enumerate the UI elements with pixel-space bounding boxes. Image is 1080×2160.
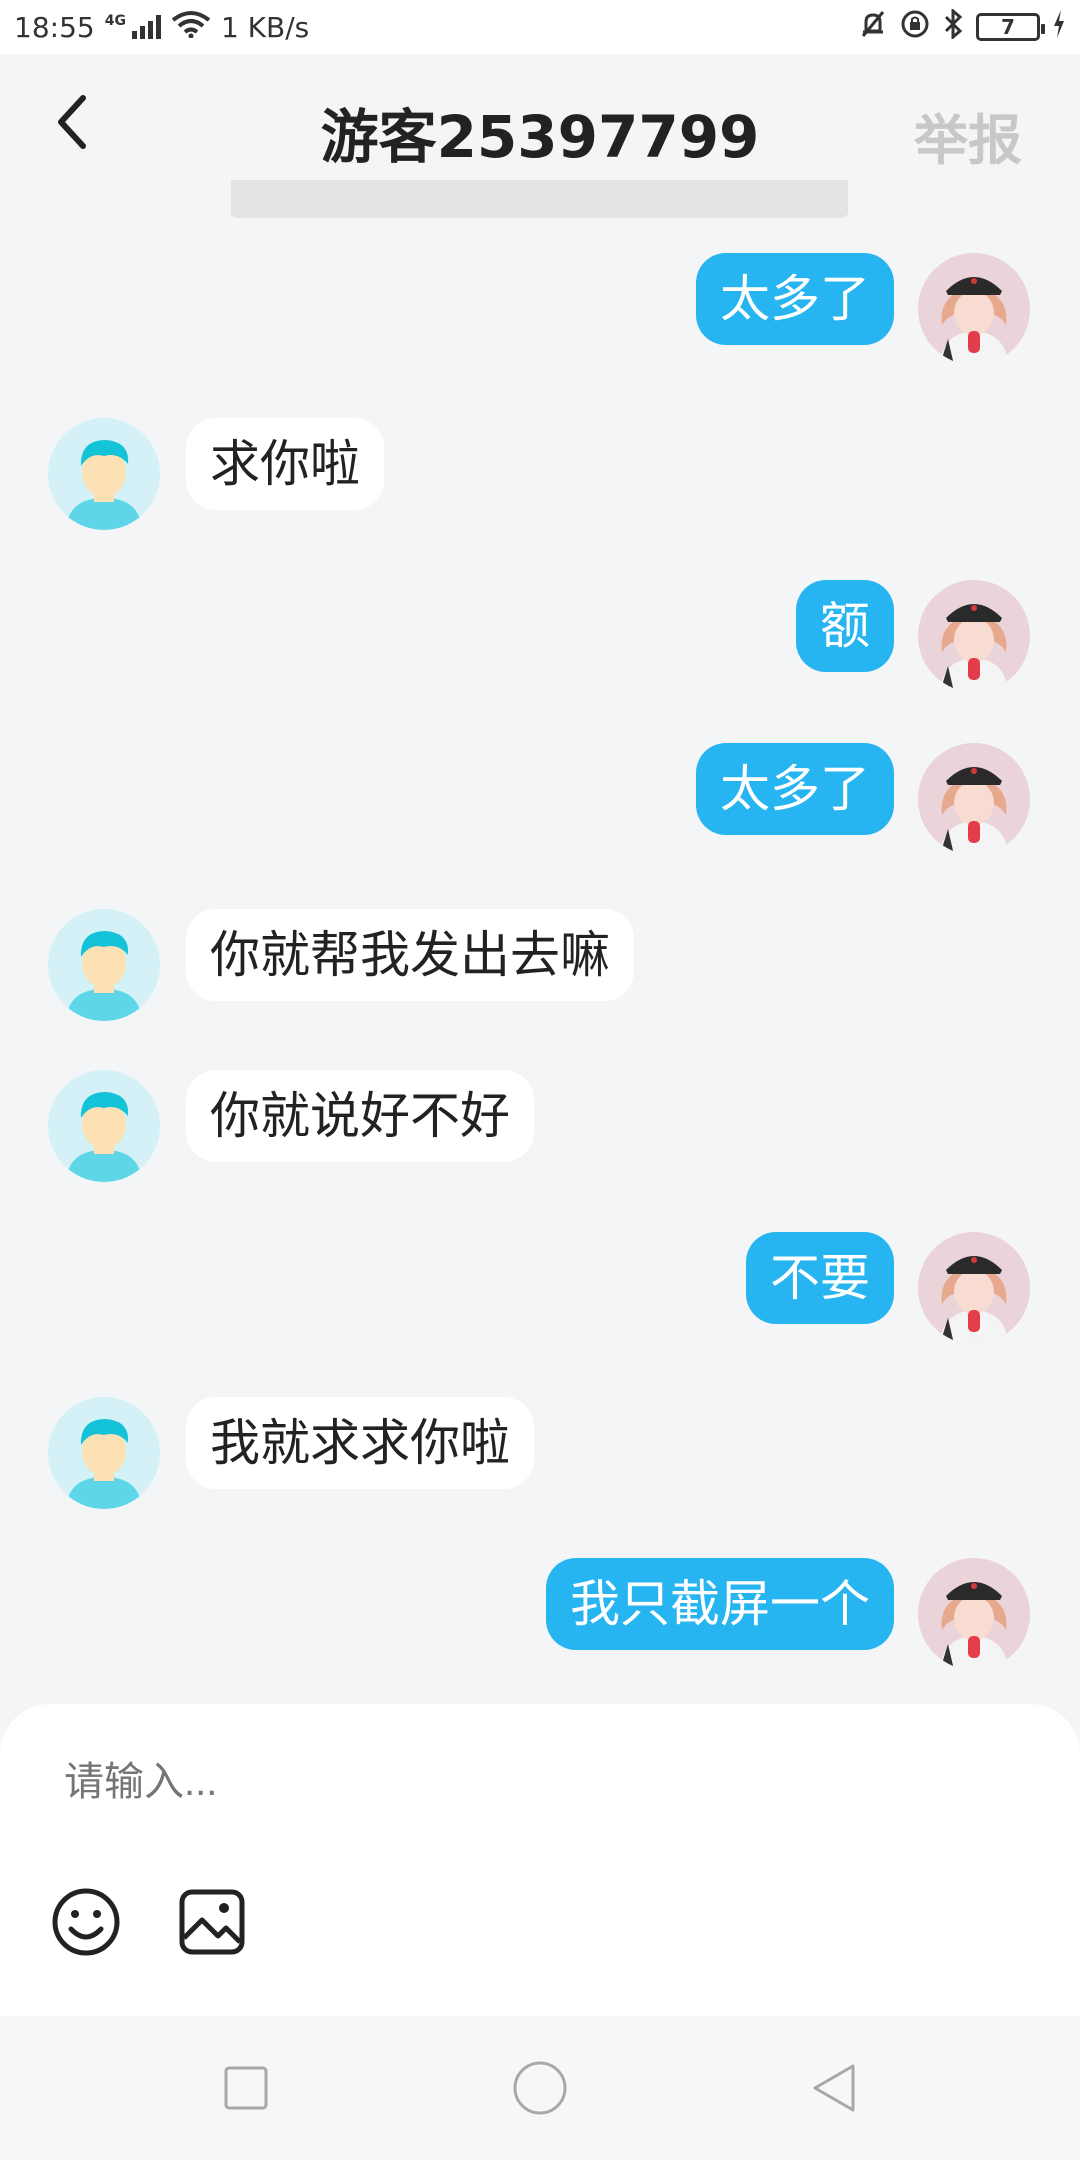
message-row-sent: 额: [0, 580, 1080, 696]
message-bubble[interactable]: 太多了: [696, 743, 894, 835]
message-row-received: 我就求求你啦: [0, 1397, 1080, 1513]
message-row-sent: 太多了: [0, 253, 1080, 369]
wifi-icon: [171, 10, 211, 45]
my-avatar[interactable]: [918, 743, 1030, 855]
message-bubble[interactable]: 太多了: [696, 253, 894, 345]
bluetooth-icon: [942, 7, 964, 46]
square-icon: [224, 2066, 268, 2110]
message-input[interactable]: [64, 1760, 964, 1805]
signal-icon: [131, 15, 161, 39]
message-bubble[interactable]: 求你啦: [186, 418, 384, 510]
my-avatar[interactable]: [918, 580, 1030, 692]
battery-level: 7: [1001, 15, 1015, 39]
home-button[interactable]: [510, 2058, 570, 2118]
my-avatar[interactable]: [918, 1232, 1030, 1344]
contact-avatar[interactable]: [48, 909, 160, 1021]
contact-avatar[interactable]: [48, 1070, 160, 1182]
message-bubble[interactable]: 你就帮我发出去嘛: [186, 909, 634, 1001]
battery-icon: 7: [976, 13, 1045, 41]
message-bubble[interactable]: 我只截屏一个: [546, 1558, 894, 1650]
image-icon: [179, 1889, 245, 1955]
my-avatar[interactable]: [918, 1558, 1030, 1670]
status-time: 18:55: [14, 10, 95, 44]
network-type-label: 4G: [104, 13, 126, 29]
triangle-back-icon: [813, 2064, 855, 2112]
message-row-sent: 太多了: [0, 743, 1080, 859]
message-row-received: 你就说好不好: [0, 1070, 1080, 1186]
back-nav-button[interactable]: [804, 2058, 864, 2118]
network-speed: 1 KB/s: [220, 10, 310, 44]
message-row-received: 你就帮我发出去嘛: [0, 909, 1080, 1025]
system-navigation-bar: [0, 2016, 1080, 2160]
recent-apps-button[interactable]: [216, 2058, 276, 2118]
emoji-button[interactable]: [50, 1886, 122, 1958]
mute-bell-icon: [858, 9, 888, 46]
rotation-lock-icon: [900, 9, 930, 46]
image-button[interactable]: [176, 1886, 248, 1958]
contact-avatar[interactable]: [48, 418, 160, 530]
my-avatar[interactable]: [918, 253, 1030, 365]
circle-icon: [513, 2061, 567, 2115]
scrolled-notice-banner: · · · · · · · · · · · ·: [231, 180, 848, 218]
message-bubble[interactable]: 我就求求你啦: [186, 1397, 534, 1489]
status-bar: 18:55 4G 1 KB/s 7: [0, 0, 1080, 54]
notice-remnant: · · · · · · · · · · · ·: [253, 180, 545, 200]
contact-avatar[interactable]: [48, 1397, 160, 1509]
input-panel: [0, 1704, 1080, 2016]
charging-icon: [1052, 9, 1066, 45]
message-bubble[interactable]: 不要: [746, 1232, 894, 1324]
message-row-sent: 我只截屏一个: [0, 1558, 1080, 1674]
message-row-sent: 不要: [0, 1232, 1080, 1348]
message-bubble[interactable]: 你就说好不好: [186, 1070, 534, 1162]
message-row-received: 求你啦: [0, 418, 1080, 534]
report-button[interactable]: 举报: [914, 96, 1022, 175]
message-bubble[interactable]: 额: [796, 580, 894, 672]
emoji-icon: [52, 1888, 120, 1956]
